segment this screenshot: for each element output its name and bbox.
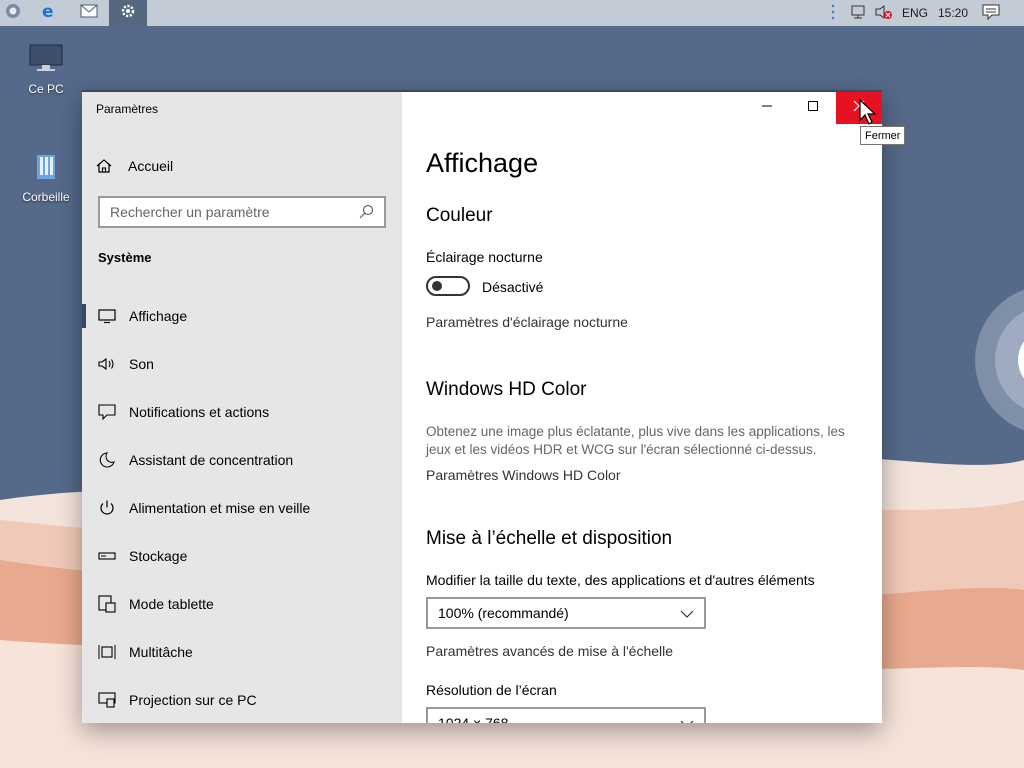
sidebar-item-label: Alimentation et mise en veille — [129, 500, 311, 516]
desktop-icon-label: Ce PC — [28, 82, 64, 96]
sidebar-item-power[interactable]: Alimentation et mise en veille — [82, 484, 402, 532]
sidebar-item-label: Multitâche — [129, 644, 193, 660]
night-light-settings-link[interactable]: Paramètres d'éclairage nocturne — [426, 314, 628, 330]
section-heading-scale: Mise à l’échelle et disposition — [426, 528, 673, 549]
sidebar-section-title: Système — [98, 250, 152, 265]
tray-action-center[interactable] — [982, 0, 1000, 26]
page-title: Affichage — [426, 148, 539, 178]
advanced-scaling-link[interactable]: Paramètres avancés de mise à l'échelle — [426, 643, 673, 659]
desktop-icon-recycle-bin[interactable]: Corbeille — [16, 146, 76, 204]
resolution-dropdown[interactable]: 1024 × 768 — [426, 707, 706, 723]
maximize-icon — [807, 99, 819, 117]
chevron-down-icon — [680, 715, 694, 723]
sidebar-item-storage[interactable]: Stockage — [82, 532, 402, 580]
tablet-icon — [98, 595, 116, 613]
tray-language[interactable]: ENG — [902, 0, 928, 26]
selection-indicator — [82, 304, 86, 328]
taskbar: e ENG 15:20 — [0, 0, 1024, 26]
start-orb-icon — [5, 3, 21, 24]
notification-icon — [98, 403, 116, 421]
hdr-settings-link[interactable]: Paramètres Windows HD Color — [426, 467, 621, 483]
volume-muted-icon — [874, 4, 894, 23]
section-heading-color: Couleur — [426, 205, 493, 226]
hdr-description: Obtenez une image plus éclatante, plus v… — [426, 424, 845, 457]
maximize-button[interactable] — [790, 92, 836, 124]
sidebar-item-concentration[interactable]: Assistant de concentration — [82, 436, 402, 484]
multitask-icon — [98, 643, 116, 661]
resolution-label: Résolution de l’écran — [426, 682, 557, 698]
edge-taskbar-button[interactable]: e — [30, 0, 68, 26]
projection-icon — [98, 691, 116, 709]
sidebar-item-tablet[interactable]: Mode tablette — [82, 580, 402, 628]
monitor-icon — [98, 307, 116, 325]
home-icon — [96, 158, 114, 174]
resolution-value: 1024 × 768 — [438, 715, 509, 723]
chevron-down-icon — [680, 605, 694, 621]
home-link[interactable]: Accueil — [96, 156, 173, 176]
night-light-toggle[interactable] — [426, 276, 470, 296]
desktop-icon-label: Corbeille — [22, 190, 70, 204]
svg-text:e: e — [42, 2, 54, 20]
section-heading-hdr: Windows HD Color — [426, 379, 587, 400]
night-light-state: Désactivé — [482, 279, 544, 295]
search-icon[interactable] — [358, 204, 374, 220]
mail-taskbar-button[interactable] — [70, 0, 108, 26]
sidebar-item-label: Stockage — [129, 548, 188, 564]
start-button[interactable] — [0, 0, 26, 26]
edge-icon: e — [40, 2, 58, 25]
night-light-label: Éclairage nocturne — [426, 249, 543, 265]
sidebar-item-label: Son — [129, 356, 154, 372]
settings-taskbar-button[interactable] — [109, 0, 147, 26]
text-size-value: 100% (recommandé) — [438, 605, 569, 621]
settings-content: Affichage Couleur Éclairage nocturne Dés… — [402, 92, 882, 723]
settings-search-input[interactable]: Rechercher un paramètre — [98, 196, 386, 228]
computer-icon — [16, 38, 76, 78]
tray-overflow[interactable] — [830, 0, 836, 26]
moon-icon — [98, 451, 116, 469]
minimize-button[interactable] — [744, 92, 790, 124]
desktop-icon-this-pc[interactable]: Ce PC — [16, 38, 76, 96]
storage-icon — [98, 547, 116, 565]
power-icon — [98, 499, 116, 517]
toggle-knob — [432, 281, 442, 291]
recycle-bin-icon — [16, 146, 76, 186]
text-size-label: Modifier la taille du texte, des applica… — [426, 572, 815, 588]
clock-time: 15:20 — [938, 6, 969, 20]
home-label: Accueil — [128, 158, 174, 174]
tray-network[interactable] — [850, 0, 868, 26]
more-dots-icon — [830, 3, 836, 24]
mail-icon — [80, 4, 98, 23]
network-icon — [850, 4, 868, 23]
sidebar-item-projection[interactable]: Projection sur ce PC — [82, 676, 402, 723]
mouse-cursor-icon — [858, 98, 880, 131]
sidebar-item-affichage[interactable]: Affichage — [82, 292, 402, 340]
settings-sidebar: Paramètres Accueil Rechercher un paramèt… — [82, 92, 402, 723]
text-size-dropdown[interactable]: 100% (recommandé) — [426, 597, 706, 629]
window-title: Paramètres — [96, 102, 159, 116]
search-placeholder: Rechercher un paramètre — [110, 204, 270, 220]
speaker-icon — [98, 355, 116, 373]
sidebar-item-label: Affichage — [129, 308, 188, 324]
sidebar-item-label: Notifications et actions — [129, 404, 270, 420]
sidebar-item-label: Assistant de concentration — [129, 452, 294, 468]
settings-gear-icon — [120, 3, 136, 24]
sidebar-item-multitask[interactable]: Multitâche — [82, 628, 402, 676]
sidebar-item-notifications[interactable]: Notifications et actions — [82, 388, 402, 436]
tray-clock[interactable]: 15:20 — [938, 0, 968, 26]
language-indicator: ENG — [902, 6, 929, 20]
minimize-icon — [761, 99, 773, 117]
sidebar-item-label: Projection sur ce PC — [129, 692, 257, 708]
tray-volume[interactable] — [874, 0, 894, 26]
notifications-icon — [982, 4, 1000, 23]
settings-window: Paramètres Accueil Rechercher un paramèt… — [82, 90, 882, 723]
sidebar-item-son[interactable]: Son — [82, 340, 402, 388]
sidebar-item-label: Mode tablette — [129, 596, 214, 612]
